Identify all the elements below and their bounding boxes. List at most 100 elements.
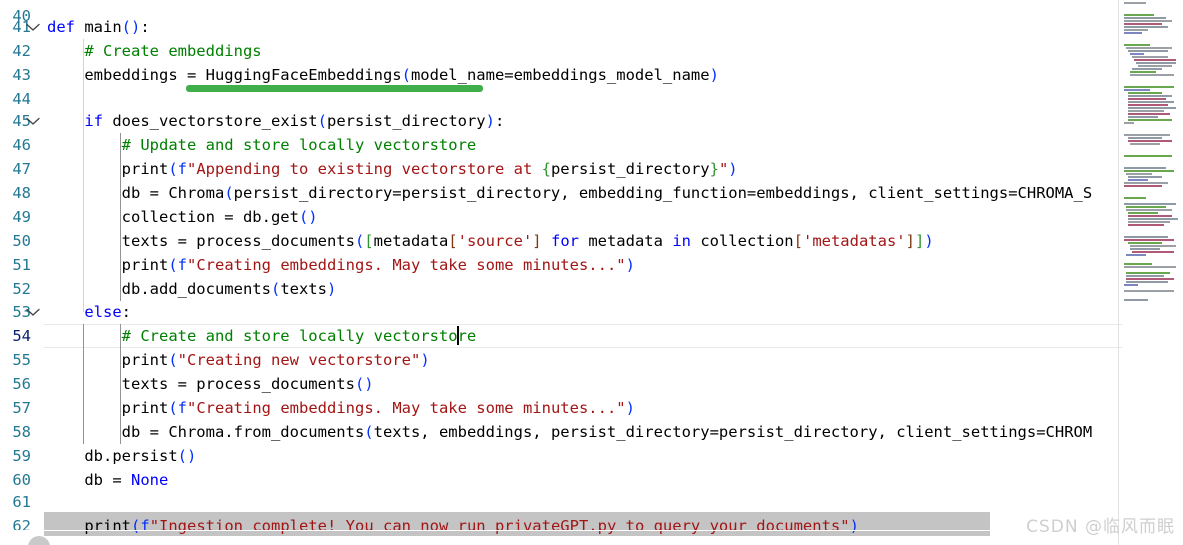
token-function: print: [121, 256, 169, 274]
minimap-line: [1128, 101, 1174, 103]
bottom-divider: [0, 530, 1183, 531]
minimap-line: [1128, 140, 1172, 142]
token-function: print: [121, 351, 169, 369]
token-string: 'source': [457, 232, 533, 250]
token-identifier: persist_directory: [550, 160, 710, 178]
token-identifier: texts, embeddings, persist_directory=per…: [373, 423, 1093, 441]
minimap-line: [1128, 242, 1162, 244]
token-bracket: ): [485, 112, 495, 130]
token-bracket: (): [121, 18, 141, 36]
token-string: "Creating embeddings. May take some minu…: [187, 399, 626, 417]
minimap-line: [1124, 26, 1168, 28]
token-bracket: (): [298, 208, 318, 226]
code-line[interactable]: texts = process_documents(): [0, 372, 374, 396]
token-fstring-prefix: f: [177, 160, 188, 178]
code-line[interactable]: print(f"Appending to existing vectorstor…: [0, 157, 738, 181]
token-punct: :: [494, 112, 505, 130]
minimap-line: [1128, 224, 1164, 226]
minimap-line: [1124, 17, 1166, 19]
code-line[interactable]: print("Creating new vectorstore"): [0, 348, 430, 372]
minimap-line: [1124, 170, 1174, 172]
minimap-line: [1134, 59, 1176, 61]
minimap-line: [1130, 74, 1174, 76]
minimap-line: [1124, 86, 1174, 88]
token-punct: :: [121, 303, 131, 321]
code-line-active[interactable]: # Create and store locally vectorstore: [0, 324, 477, 348]
code-editor[interactable]: 40 41 42 43 44 45 46 47 48 49 50 51 52 5…: [0, 0, 1183, 545]
minimap-line: [1124, 44, 1150, 46]
text-cursor: [457, 326, 459, 345]
minimap-line: [1124, 290, 1174, 292]
code-line[interactable]: db = Chroma.from_documents(texts, embedd…: [0, 420, 1093, 444]
token-bracket: ]: [532, 232, 542, 250]
token-function: print: [121, 160, 169, 178]
minimap-line: [1124, 122, 1134, 124]
token-identifier: persist_directory=persist_directory, emb…: [233, 184, 1093, 202]
token-identifier: embeddings = HuggingFaceEmbeddings: [84, 66, 402, 84]
code-line[interactable]: # Update and store locally vectorstore: [0, 133, 477, 157]
token-constant: None: [131, 471, 169, 489]
code-line[interactable]: db = None: [0, 468, 168, 492]
minimap-line: [1124, 134, 1170, 136]
token-bracket: ): [326, 280, 337, 298]
token-string: "Creating embeddings. May take some minu…: [187, 256, 626, 274]
code-line[interactable]: print(f"Creating embeddings. May take so…: [0, 253, 635, 277]
token-keyword: def: [47, 18, 75, 36]
token-identifier: metadata: [373, 232, 449, 250]
code-line[interactable]: texts = process_documents([metadata['sou…: [0, 229, 934, 253]
code-line[interactable]: if does_vectorstore_exist(persist_direct…: [0, 109, 504, 133]
minimap-line: [1124, 239, 1174, 241]
token-keyword: in: [672, 232, 691, 250]
code-line[interactable]: db = Chroma(persist_directory=persist_di…: [0, 181, 1093, 205]
code-line[interactable]: print(f"Creating embeddings. May take so…: [0, 396, 635, 420]
token-identifier: db =: [84, 471, 131, 489]
minimap-line: [1124, 203, 1176, 205]
token-identifier: texts = process_documents: [121, 375, 355, 393]
token-string: "Creating new vectorstore": [177, 351, 421, 369]
minimap-line: [1124, 299, 1148, 301]
code-line[interactable]: [0, 490, 47, 514]
minimap-line: [1128, 137, 1162, 139]
token-comment: # Create and store locally vectorstore: [121, 327, 477, 345]
code-line[interactable]: embeddings = HuggingFaceEmbeddings(model…: [0, 63, 719, 87]
code-line[interactable]: def main():: [0, 15, 150, 39]
token-fstring-brace: }: [709, 160, 719, 178]
token-identifier: db.add_documents: [121, 280, 271, 298]
minimap-line: [1124, 20, 1172, 22]
token-bracket: (: [224, 184, 234, 202]
minimap-line: [1128, 107, 1176, 109]
token-bracket: (: [168, 160, 178, 178]
token-identifier: texts: [280, 280, 327, 298]
minimap-divider: [1118, 0, 1119, 545]
minimap-line: [1126, 206, 1166, 208]
token-bracket: [: [448, 232, 458, 250]
token-bracket: ): [709, 66, 719, 84]
code-line[interactable]: # Create embeddings: [0, 39, 261, 63]
token-identifier: persist_directory: [327, 112, 486, 130]
code-line[interactable]: db.add_documents(texts): [0, 277, 337, 301]
code-line[interactable]: db.persist(): [0, 444, 196, 468]
minimap-line: [1124, 155, 1172, 157]
token-bracket: ): [625, 399, 635, 417]
code-content[interactable]: def main(): # Create embeddings embeddin…: [0, 0, 1118, 545]
minimap-line: [1128, 98, 1166, 100]
token-bracket: ): [728, 160, 738, 178]
minimap-line: [1132, 251, 1174, 253]
code-line[interactable]: collection = db.get(): [0, 205, 318, 229]
minimap-line: [1128, 104, 1168, 106]
token-function: print: [84, 517, 131, 535]
code-minimap[interactable]: [1122, 0, 1183, 545]
token-bracket: ]: [905, 232, 915, 250]
minimap-line: [1128, 179, 1148, 181]
minimap-line: [1130, 248, 1160, 250]
token-identifier: texts = process_documents: [121, 232, 355, 250]
code-line[interactable]: else:: [0, 300, 131, 324]
token-bracket: [: [364, 232, 374, 250]
token-punct: :: [140, 18, 150, 36]
code-line-selected[interactable]: print(f"Ingestion complete! You can now …: [0, 514, 859, 538]
token-identifier: collection = db.get: [121, 208, 299, 226]
minimap-line: [1126, 281, 1168, 283]
minimap-line: [1124, 263, 1152, 265]
code-line[interactable]: [0, 87, 47, 111]
minimap-line: [1136, 62, 1176, 64]
